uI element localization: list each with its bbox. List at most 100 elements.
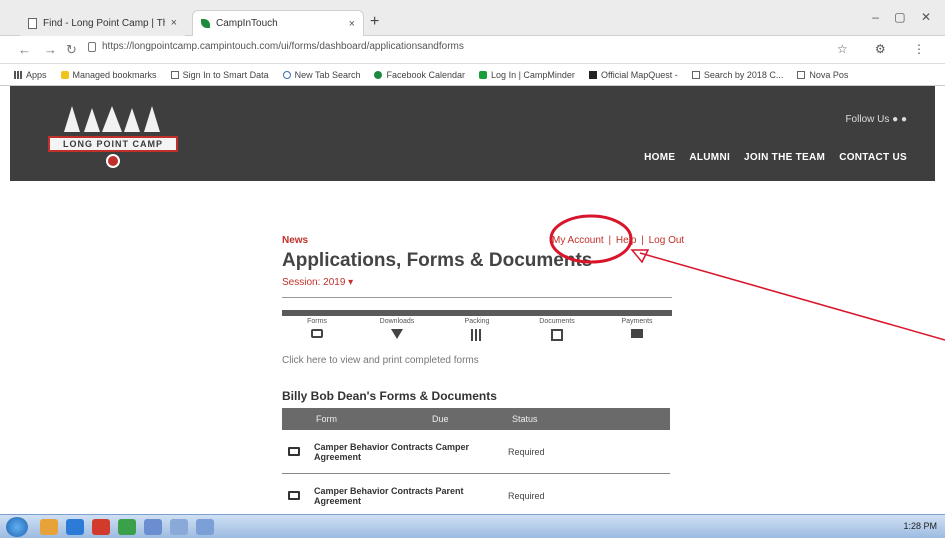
column-header: Form (316, 414, 337, 424)
doc-icon (691, 70, 700, 79)
news-link[interactable]: News (282, 235, 308, 246)
doc-icon (170, 70, 179, 79)
app-icon[interactable] (196, 518, 214, 535)
nav-alumni[interactable]: ALUMNI (689, 152, 730, 163)
form-name[interactable]: Camper Behavior Contracts Camper Agreeme… (314, 442, 494, 462)
logo-emblem-icon (106, 154, 120, 168)
new-tab-button[interactable]: + (370, 13, 379, 31)
ie-icon[interactable] (66, 518, 84, 535)
system-tray[interactable]: 1:28 PM (903, 521, 937, 531)
toolbar-label: Documents (539, 318, 575, 325)
table-row[interactable]: Camper Behavior Contracts Camper Agreeme… (282, 430, 670, 474)
lock-icon (88, 42, 96, 52)
bookmark-managed[interactable]: Managed bookmarks (60, 70, 157, 80)
nav-join-the-team[interactable]: JOIN THE TEAM (744, 152, 825, 163)
toolbar-payments[interactable]: Payments (602, 318, 672, 341)
grid-icon (471, 329, 483, 341)
tab-label: Find - Long Point Camp | The (43, 17, 165, 29)
bookmarks-bar: Apps Managed bookmarks Sign In to Smart … (0, 64, 945, 86)
start-button[interactable] (6, 516, 28, 537)
bookmark-mapquest[interactable]: Official MapQuest - (588, 69, 678, 80)
app-icon[interactable] (170, 518, 188, 535)
site-header: LONG POINT CAMP Follow Us ● ● HOME ALUMN… (10, 86, 935, 181)
divider (282, 297, 672, 298)
doc-icon (28, 17, 37, 29)
toolbar-documents[interactable]: Documents (522, 318, 592, 341)
browser-tab-2[interactable]: CampInTouch × (192, 10, 364, 36)
arrow-line-icon (639, 252, 945, 341)
nav-home[interactable]: HOME (644, 152, 675, 163)
nav-contact-us[interactable]: CONTACT US (839, 152, 907, 163)
column-header: Status (512, 414, 538, 424)
folder-icon[interactable] (40, 518, 58, 535)
folder-icon (60, 70, 69, 79)
reload-icon[interactable]: ↻ (66, 42, 77, 58)
page-title: Applications, Forms & Documents (282, 250, 593, 271)
bookmark-apps[interactable]: Apps (14, 70, 47, 80)
app-icon[interactable] (92, 518, 110, 535)
session-selector[interactable]: Session: 2019 ▾ (282, 277, 353, 288)
url-input[interactable]: https://longpointcamp.campintouch.com/ui… (88, 41, 888, 59)
log-out-link[interactable]: Log Out (649, 235, 685, 246)
bookmark-search[interactable]: Search by 2018 C... (691, 69, 784, 80)
os-taskbar: 1:28 PM (0, 514, 945, 538)
follow-label: Follow Us (845, 114, 890, 125)
click-here-text: to view and print completed forms (329, 355, 479, 366)
bookmark-label: Official MapQuest - (600, 69, 678, 80)
site-logo[interactable]: LONG POINT CAMP (48, 106, 178, 170)
map-icon (588, 70, 597, 79)
green-icon (374, 70, 383, 79)
forward-icon[interactable]: → (44, 42, 57, 57)
trees-icon (64, 106, 160, 132)
social-icon[interactable]: ● ● (892, 114, 907, 125)
close-icon[interactable]: × (349, 18, 355, 30)
monitor-icon (288, 447, 300, 456)
toolbar-packing[interactable]: Packing (442, 318, 512, 341)
toolbar-forms[interactable]: Forms (282, 318, 352, 341)
apps-icon (14, 70, 22, 79)
extension-icons[interactable]: ☆ ⚙ ⋮ (837, 42, 937, 56)
click-here-link[interactable]: Click here (282, 355, 326, 366)
campintouch-icon (201, 19, 210, 28)
follow-us[interactable]: Follow Us ● ● (845, 114, 907, 125)
toolbar-label: Payments (621, 318, 653, 325)
close-icon[interactable]: × (171, 17, 177, 29)
bookmark-campminder[interactable]: Log In | CampMinder (479, 70, 575, 80)
bookmark-facebook[interactable]: Facebook Calendar (374, 70, 465, 80)
bookmark-label: New Tab Search (294, 69, 361, 80)
bookmark-label: Log In | CampMinder (491, 69, 575, 80)
forms-table: Form Due Status Camper Behavior Contract… (282, 408, 670, 518)
click-here-line: Click here to view and print completed f… (282, 355, 479, 366)
toolbar-label: Downloads (379, 318, 415, 325)
my-account-link[interactable]: My Account (552, 235, 604, 246)
bookmark-smartdata[interactable]: Sign In to Smart Data (170, 69, 269, 80)
table-row[interactable]: Camper Behavior Contracts Parent Agreeme… (282, 474, 670, 518)
top-nav: HOME ALUMNI JOIN THE TEAM CONTACT US (644, 152, 907, 163)
app-icon[interactable] (144, 518, 162, 535)
window-controls[interactable]: – ▢ ✕ (872, 10, 937, 24)
form-status: Required (508, 490, 545, 501)
toolbar-label: Forms (307, 318, 327, 325)
bookmark-label: Sign In to Smart Data (182, 69, 269, 80)
bookmark-label: Search by 2018 C... (703, 69, 784, 80)
toolbar-downloads[interactable]: Downloads (362, 318, 432, 341)
monitor-icon (311, 329, 323, 338)
green-icon (479, 70, 488, 79)
link-separator: | (608, 235, 612, 246)
chevron-down-icon[interactable]: ▾ (348, 277, 353, 288)
browser-tab-1[interactable]: Find - Long Point Camp | The × (20, 10, 185, 36)
doc-icon (797, 70, 806, 79)
chrome-icon[interactable] (118, 518, 136, 535)
bookmark-nova[interactable]: Nova Pos (797, 70, 848, 80)
session-label: Session: 2019 (282, 277, 346, 288)
help-link[interactable]: Help (616, 235, 637, 246)
forms-section-title: Billy Bob Dean's Forms & Documents (282, 389, 497, 403)
card-icon (631, 329, 643, 338)
document-icon (551, 329, 563, 341)
back-icon[interactable]: ← (18, 42, 31, 57)
form-name[interactable]: Camper Behavior Contracts Parent Agreeme… (314, 486, 494, 506)
url-text: https://longpointcamp.campintouch.com/ui… (102, 41, 464, 52)
form-status: Required (508, 446, 545, 457)
download-icon (391, 329, 403, 339)
bookmark-newtab[interactable]: New Tab Search (282, 69, 361, 80)
